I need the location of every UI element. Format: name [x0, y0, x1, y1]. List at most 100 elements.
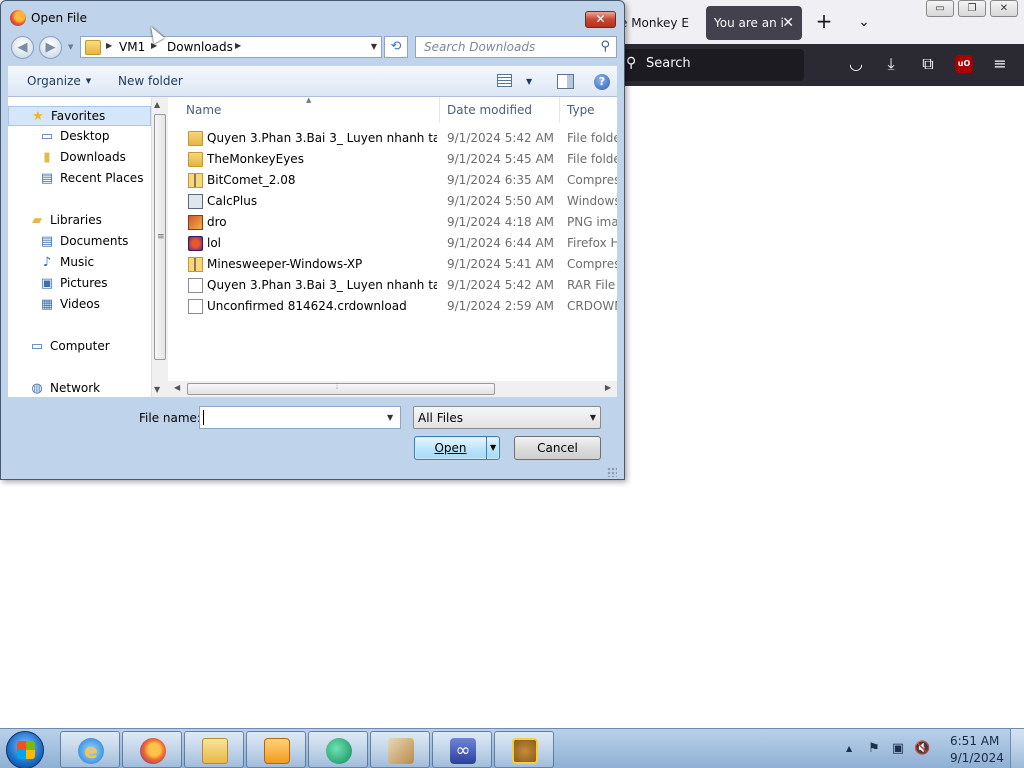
column-header-date[interactable]: Date modified [440, 97, 560, 123]
taskbar-media-player[interactable] [246, 731, 306, 768]
nav-pane-scrollbar[interactable]: ▲ ≡ ▼ [151, 97, 168, 397]
start-button[interactable] [6, 731, 44, 768]
file-row[interactable]: Quyen 3.Phan 3.Bai 3_ Luyen nhanh tay ti… [168, 128, 617, 149]
menu-icon[interactable]: ≡ [990, 54, 1010, 74]
file-row[interactable]: BitComet_2.08 9/1/2024 6:35 AM Compress [168, 170, 617, 191]
back-button[interactable]: ◀ [11, 36, 34, 59]
file-row[interactable]: Quyen 3.Phan 3.Bai 3_ Luyen nhanh tay ti… [168, 275, 617, 296]
clock-time[interactable]: 6:51 AM [950, 734, 999, 748]
nav-pictures[interactable]: ▣ Pictures [8, 274, 151, 294]
restore-button[interactable]: ❐ [958, 0, 986, 17]
taskbar-monkey-app[interactable] [494, 731, 554, 768]
cancel-button[interactable]: Cancel [514, 436, 601, 460]
file-name-dropdown-icon[interactable]: ▼ [387, 413, 393, 422]
new-tab-button[interactable]: + [812, 10, 836, 34]
search-input[interactable]: Search Downloads ⚲ [415, 36, 617, 58]
new-folder-button[interactable]: New folder [118, 74, 183, 88]
clock-date[interactable]: 9/1/2024 [950, 751, 1004, 765]
file-name-input[interactable] [199, 406, 401, 429]
taskbar-green-app[interactable] [308, 731, 368, 768]
preview-pane-icon[interactable] [557, 74, 574, 89]
taskbar-paint[interactable] [370, 731, 430, 768]
file-row[interactable]: CalcPlus 9/1/2024 5:50 AM Windows [168, 191, 617, 212]
folder-icon [188, 152, 203, 167]
show-desktop-button[interactable] [1010, 729, 1024, 768]
show-hidden-icons-icon[interactable]: ▲ [846, 744, 852, 753]
column-header-name[interactable]: ▲ Name [168, 97, 440, 123]
grip-icon: ⦙ [336, 382, 339, 392]
nav-favorites[interactable]: ★ Favorites [8, 106, 151, 126]
taskbar-file-explorer[interactable] [184, 731, 244, 768]
tab-label: You are an i [714, 16, 784, 30]
nav-network[interactable]: ◍ Network [8, 379, 151, 397]
chevron-down-icon: ▼ [85, 77, 92, 85]
taskbar-infinity-app[interactable]: ∞ [432, 731, 492, 768]
nav-videos[interactable]: ▦ Videos [8, 295, 151, 315]
zip-folder-icon [188, 257, 203, 272]
file-row[interactable]: Unconfirmed 814624.crdownload 9/1/2024 2… [168, 296, 617, 317]
column-header-type[interactable]: Type [560, 97, 617, 123]
nav-scroll-thumb[interactable]: ≡ [154, 114, 166, 360]
open-file-dialog: Open File ✕ ◀ ▶ ▼ ▶ VM1 ▶ Downloads ▶ ▼ … [0, 0, 625, 480]
downloads-folder-icon: ▮ [43, 150, 51, 165]
ublock-icon[interactable]: uO [955, 55, 973, 73]
file-row[interactable]: TheMonkeyEyes 9/1/2024 5:45 AM File fold… [168, 149, 617, 170]
window-close-button[interactable]: ✕ [990, 0, 1018, 17]
windows-logo-icon [17, 741, 35, 759]
taskbar-internet-explorer[interactable]: e [60, 731, 120, 768]
nav-downloads[interactable]: ▮ Downloads [8, 148, 151, 168]
breadcrumb-vm1[interactable]: VM1 [119, 40, 145, 54]
scroll-right-icon[interactable]: ▶ [605, 383, 611, 392]
forward-button[interactable]: ▶ [39, 36, 62, 59]
dialog-close-button[interactable]: ✕ [585, 11, 616, 28]
open-button[interactable]: Open ▼ [414, 436, 500, 460]
tab-list-button[interactable]: ⌄ [852, 10, 876, 34]
action-center-flag-icon[interactable]: ⚑ [866, 741, 882, 757]
open-options-dropdown-icon[interactable]: ▼ [490, 443, 496, 452]
organize-button[interactable]: Organize ▼ [27, 74, 91, 88]
open-button-label: Open [434, 441, 467, 455]
breadcrumb-downloads[interactable]: Downloads [167, 40, 233, 54]
nav-documents[interactable]: ▤ Documents [8, 232, 151, 252]
folder-icon [85, 40, 101, 55]
help-icon[interactable]: ? [594, 74, 610, 90]
volume-muted-icon[interactable]: 🔇 [914, 741, 930, 757]
dialog-titlebar[interactable]: Open File ✕ [1, 1, 624, 33]
navigation-pane: ★ Favorites ▭ Desktop ▮ Downloads ▤ Rece… [8, 97, 151, 397]
file-row[interactable]: lol 9/1/2024 6:44 AM Firefox HT [168, 233, 617, 254]
tab-close-icon[interactable]: ✕ [782, 6, 794, 40]
tab-label: e Monkey E [620, 16, 689, 30]
resize-grip[interactable] [607, 467, 617, 477]
taskbar-firefox[interactable] [122, 731, 182, 768]
breadcrumb-arrow-icon[interactable]: ▶ [106, 41, 112, 50]
minimize-button[interactable]: ▭ [926, 0, 954, 17]
recent-locations-dropdown[interactable]: ▼ [68, 43, 73, 51]
browser-tab-monkey-eyes[interactable]: e Monkey E [612, 6, 702, 40]
view-options-icon[interactable] [497, 74, 512, 87]
extensions-icon[interactable]: ⧉ [918, 54, 938, 74]
scroll-down-icon[interactable]: ▼ [154, 385, 160, 394]
horizontal-scroll-thumb[interactable]: ⦙ [187, 382, 495, 395]
nav-libraries[interactable]: ▰ Libraries [8, 211, 151, 231]
address-bar[interactable]: ▶ VM1 ▶ Downloads ▶ ▼ [80, 36, 382, 58]
chevron-down-icon[interactable]: ▼ [526, 77, 532, 86]
address-dropdown-icon[interactable]: ▼ [371, 42, 377, 51]
nav-music[interactable]: ♪ Music [8, 253, 151, 273]
file-type-select[interactable]: All Files ▼ [413, 406, 601, 429]
file-row[interactable]: Minesweeper-Windows-XP 9/1/2024 5:41 AM … [168, 254, 617, 275]
file-row[interactable]: dro 9/1/2024 4:18 AM PNG imag [168, 212, 617, 233]
network-tray-icon[interactable]: ▣ [890, 741, 906, 757]
browser-tab-active[interactable]: You are an i ✕ [706, 6, 802, 40]
nav-recent-places[interactable]: ▤ Recent Places [8, 169, 151, 189]
file-list-horizontal-scrollbar[interactable]: ◀ ⦙ ▶ [168, 381, 617, 397]
download-icon[interactable]: ⤓ [881, 54, 901, 74]
nav-desktop[interactable]: ▭ Desktop [8, 127, 151, 147]
breadcrumb-arrow-icon[interactable]: ▶ [235, 41, 241, 50]
taskbar: e ∞ ▲ ⚑ ▣ 🔇 6:51 AM 9/1/2024 [0, 728, 1024, 768]
pocket-icon[interactable]: ◡ [846, 54, 866, 74]
nav-computer[interactable]: ▭ Computer [8, 337, 151, 357]
split-divider [486, 437, 487, 459]
scroll-left-icon[interactable]: ◀ [174, 383, 180, 392]
refresh-button[interactable]: ⟲ [384, 36, 408, 58]
scroll-up-icon[interactable]: ▲ [154, 100, 160, 109]
